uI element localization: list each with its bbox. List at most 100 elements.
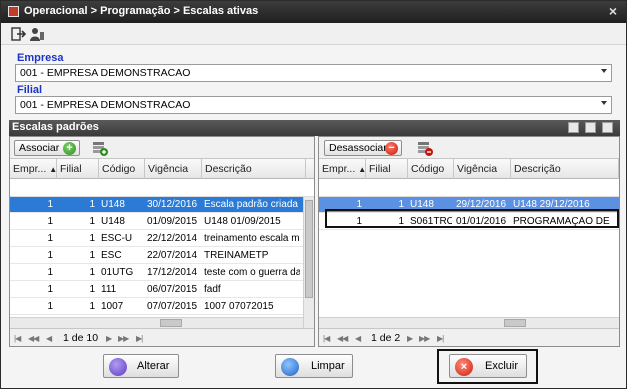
prev-page-icon[interactable]: ◀ — [355, 334, 361, 343]
filial-value: 001 - EMPRESA DEMONSTRACAO — [20, 99, 191, 111]
filial-select[interactable]: 001 - EMPRESA DEMONSTRACAO — [15, 96, 612, 114]
table-cell: 1 — [89, 267, 95, 278]
table-cell: 1 — [47, 250, 53, 261]
table-cell: 1 — [47, 216, 53, 227]
table-cell: U148 — [101, 216, 125, 227]
first-page-icon[interactable]: |◀ — [323, 334, 330, 343]
last-page-icon[interactable]: ▶| — [437, 334, 444, 343]
table-cell: ESC-U — [101, 233, 133, 244]
left-horizontal-scrollbar[interactable] — [10, 317, 303, 328]
table-cell: 1 — [89, 301, 95, 312]
table-row[interactable]: 1 1 U148 01/09/2015 U148 01/09/2015 — [10, 214, 314, 230]
table-cell: TREINAMETP — [204, 250, 269, 261]
col-header-descricao[interactable]: Descrição — [202, 159, 306, 179]
limpar-button[interactable]: Limpar — [275, 354, 353, 378]
table-cell: 06/07/2015 — [147, 284, 198, 295]
chevron-down-icon[interactable] — [601, 69, 607, 73]
filter-row[interactable] — [10, 179, 314, 197]
table-cell: 30/12/2016 — [147, 199, 198, 210]
col-header-empresa[interactable]: Empr... ▲ — [10, 159, 57, 179]
next-fast-icon[interactable]: ▶▶ — [419, 334, 430, 343]
excluir-button[interactable]: × Excluir — [449, 354, 527, 378]
table-row[interactable]: 1 1 ESC-U 22/12/2014 treinamento escala mais — [10, 231, 314, 247]
toolbar — [1, 23, 626, 45]
table-cell: 17/12/2014 — [147, 267, 198, 278]
scroll-thumb[interactable] — [305, 200, 313, 298]
layout-icon[interactable] — [568, 122, 579, 133]
left-vertical-scrollbar[interactable] — [303, 197, 314, 329]
empresa-label: Empresa — [17, 52, 64, 64]
table-cell: 22/12/2014 — [147, 233, 198, 244]
left-page-indicator: 1 de 10 — [63, 332, 99, 344]
expand-icon[interactable] — [602, 122, 613, 133]
col-header-vigencia[interactable]: Vigência — [454, 159, 511, 179]
associar-button[interactable]: Associar + — [14, 140, 80, 156]
chevron-down-icon[interactable] — [601, 101, 607, 105]
table-cell: 1 — [47, 301, 53, 312]
prev-fast-icon[interactable]: ◀◀ — [337, 334, 348, 343]
col-header-filial[interactable]: Filial — [366, 159, 408, 179]
scroll-thumb[interactable] — [504, 319, 526, 327]
table-cell: 1 — [89, 284, 95, 295]
col-header-filial[interactable]: Filial — [57, 159, 99, 179]
prev-page-icon[interactable]: ◀ — [46, 334, 52, 343]
scroll-thumb[interactable] — [160, 319, 182, 327]
table-cell: 1 — [47, 284, 53, 295]
table-row[interactable]: 1 1 111 06/07/2015 fadf — [10, 282, 314, 298]
associar-label: Associar — [19, 142, 60, 154]
right-horizontal-scrollbar[interactable] — [319, 317, 619, 328]
filial-label: Filial — [17, 84, 43, 96]
first-page-icon[interactable]: |◀ — [14, 334, 21, 343]
add-icon: + — [63, 142, 76, 155]
window-title: Operacional > Programação > Escalas ativ… — [24, 5, 259, 17]
table-cell: teste com o guerra da pa — [204, 267, 300, 278]
col-header-empresa[interactable]: Empr... ▲ — [319, 159, 366, 179]
right-page-indicator: 1 de 2 — [371, 332, 401, 344]
right-table-header: Empr... ▲ Filial Código Vigência Descriçã… — [319, 159, 619, 179]
desassociar-label: Desassociar — [329, 142, 387, 154]
remove-icon: − — [385, 142, 398, 155]
excluir-label: Excluir — [485, 360, 519, 372]
remove-row-icon[interactable] — [417, 140, 433, 156]
right-grid: Desassociar − Empr... ▲ Filial Código Vig… — [318, 136, 620, 347]
filter-row[interactable] — [319, 179, 619, 197]
table-cell: 1 — [89, 216, 95, 227]
col-header-vigencia[interactable]: Vigência — [145, 159, 202, 179]
add-row-icon[interactable] — [92, 140, 108, 156]
empresa-value: 001 - EMPRESA DEMONSTRACAO — [20, 67, 191, 79]
exit-icon[interactable] — [10, 26, 26, 42]
close-icon[interactable]: × — [609, 3, 617, 19]
table-row[interactable]: 1 1 01UTG 17/12/2014 teste com o guerra da p… — [10, 265, 314, 281]
table-row[interactable]: 1 1 1007 07/07/2015 1007 07072015 — [10, 299, 314, 315]
delete-icon: × — [455, 358, 473, 376]
next-page-icon[interactable]: ▶ — [407, 334, 413, 343]
table-row[interactable]: 1 1 ESC 22/07/2014 TREINAMETP — [10, 248, 314, 264]
alterar-button[interactable]: Alterar — [103, 354, 179, 378]
grid-icon[interactable] — [585, 122, 596, 133]
table-cell: 1007 07072015 — [204, 301, 274, 312]
table-cell: 111 — [101, 284, 117, 295]
app-icon — [8, 6, 19, 17]
col-header-descricao[interactable]: Descrição — [511, 159, 619, 179]
last-page-icon[interactable]: ▶| — [136, 334, 143, 343]
table-cell: 22/07/2014 — [147, 250, 198, 261]
table-cell: 1 — [47, 267, 53, 278]
right-grid-toolbar: Desassociar − — [319, 137, 619, 159]
next-fast-icon[interactable]: ▶▶ — [118, 334, 129, 343]
escalas-window: Operacional > Programação > Escalas ativ… — [0, 0, 627, 389]
table-cell: 01/09/2015 — [147, 216, 198, 227]
table-cell: fadf — [204, 284, 221, 295]
alterar-label: Alterar — [137, 360, 170, 372]
table-row[interactable]: 1 1 U148 30/12/2016 Escala padrão criada pel… — [10, 197, 314, 213]
desassociar-button[interactable]: Desassociar − — [324, 140, 402, 156]
empresa-select[interactable]: 001 - EMPRESA DEMONSTRACAO — [15, 64, 612, 82]
panel-title: Escalas padrões — [12, 121, 99, 133]
users-icon[interactable] — [29, 26, 45, 42]
left-pager: |◀ ◀◀ ◀ 1 de 10 ▶ ▶▶ ▶| — [10, 328, 314, 346]
col-header-codigo[interactable]: Código — [99, 159, 145, 179]
left-grid-toolbar: Associar + — [10, 137, 314, 159]
col-header-codigo[interactable]: Código — [408, 159, 454, 179]
left-table-header: Empr... ▲ Filial Código Vigência Descriçã… — [10, 159, 314, 179]
next-page-icon[interactable]: ▶ — [106, 334, 112, 343]
prev-fast-icon[interactable]: ◀◀ — [28, 334, 39, 343]
